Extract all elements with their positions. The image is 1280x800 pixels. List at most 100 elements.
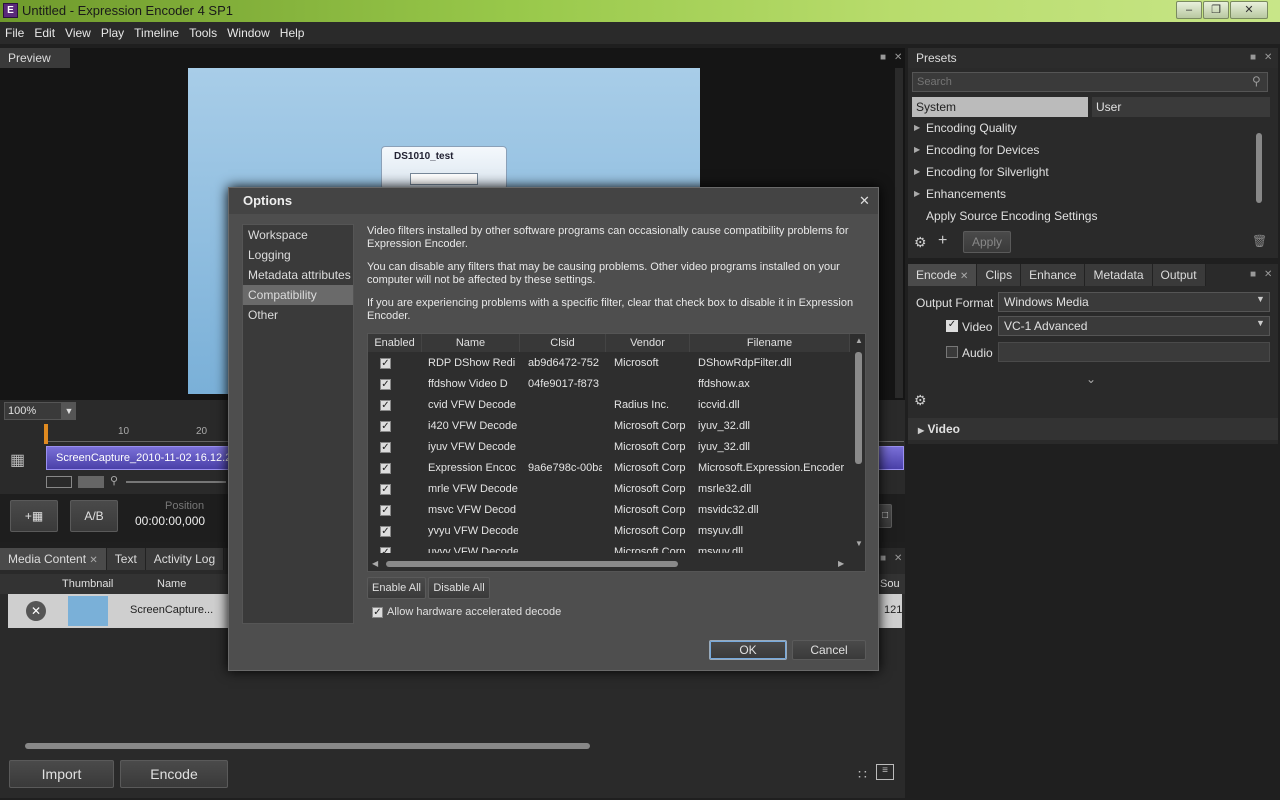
expand-icon[interactable]: ▶	[914, 161, 920, 183]
nav-compatibility[interactable]: Compatibility	[243, 285, 353, 305]
close-window-button[interactable]: ✕	[1230, 1, 1268, 19]
video-section-header[interactable]: ▶ Video	[908, 418, 1278, 440]
presets-scrollbar[interactable]	[1256, 133, 1262, 203]
col-enabled[interactable]: Enabled	[368, 334, 422, 352]
table-row[interactable]: ✓ i420 VFW Decode Microsoft Corp iyuv_32.dl…	[368, 416, 850, 437]
row-enabled-checkbox[interactable]: ✓	[380, 505, 391, 516]
scroll-down-icon[interactable]: ▼	[855, 539, 863, 548]
tab-system[interactable]: System	[912, 97, 1088, 117]
close-icon[interactable]: ✕	[1264, 270, 1274, 280]
row-enabled-checkbox[interactable]: ✓	[380, 400, 391, 411]
encode-button[interactable]: Encode	[120, 760, 228, 788]
tab-output[interactable]: Output	[1152, 264, 1206, 286]
maximize-button[interactable]: ❐	[1203, 1, 1229, 19]
expand-icon[interactable]: ▶	[914, 117, 920, 139]
close-icon[interactable]: ✕	[894, 53, 904, 63]
import-button[interactable]: Import	[9, 760, 114, 788]
table-row[interactable]: ✓ ffdshow Video D 04fe9017-f873 ffdshow.ax	[368, 374, 850, 395]
table-row[interactable]: ✓ RDP DShow Redi ab9d6472-752 Microsoft DSho…	[368, 353, 850, 374]
gear-icon[interactable]: ⚙	[914, 392, 927, 409]
tab-text[interactable]: Text	[106, 548, 146, 570]
table-row[interactable]: ✓ yvyu VFW Decode Microsoft Corp msyuv.dll	[368, 521, 850, 542]
pin-icon[interactable]: ■	[1250, 270, 1260, 280]
col-name[interactable]: Name	[422, 334, 520, 352]
row-enabled-checkbox[interactable]: ✓	[380, 526, 391, 537]
video-checkbox[interactable]: ✓	[946, 320, 958, 332]
scroll-left-icon[interactable]: ◀	[372, 559, 378, 568]
apply-button[interactable]: Apply	[963, 231, 1011, 253]
hscroll-thumb[interactable]	[386, 561, 678, 567]
col-source[interactable]: Sou	[880, 578, 900, 590]
tab-enhance[interactable]: Enhance	[1021, 264, 1086, 286]
tab-user[interactable]: User	[1092, 97, 1270, 117]
menu-timeline[interactable]: Timeline	[129, 22, 184, 44]
pin-icon[interactable]: ■	[880, 53, 890, 63]
audio-codec-select[interactable]	[998, 342, 1270, 362]
preset-item[interactable]: Apply Source Encoding Settings	[912, 205, 1252, 227]
close-icon[interactable]: ✕	[1264, 53, 1274, 63]
table-hscroll[interactable]: ◀ ▶	[368, 556, 850, 571]
ab-compare-button[interactable]: A/B	[70, 500, 118, 532]
disable-all-button[interactable]: Disable All	[428, 577, 490, 599]
expand-icon[interactable]: ▶	[914, 139, 920, 161]
scroll-up-icon[interactable]: ▲	[855, 336, 863, 345]
table-vscroll[interactable]: ▲ ▼	[852, 334, 865, 554]
tab-media-content[interactable]: Media Content ✕	[0, 548, 107, 570]
row-enabled-checkbox[interactable]: ✓	[380, 379, 391, 390]
tab-metadata[interactable]: Metadata	[1085, 264, 1153, 286]
nav-metadata-attributes[interactable]: Metadata attributes	[243, 265, 353, 285]
col-thumbnail[interactable]: Thumbnail	[62, 578, 113, 590]
presets-search-input[interactable]	[912, 72, 1268, 92]
gear-icon[interactable]: ⚙	[914, 234, 927, 251]
timeline-zoom-slider[interactable]	[126, 481, 226, 483]
menu-edit[interactable]: Edit	[29, 22, 60, 44]
menu-tools[interactable]: Tools	[184, 22, 222, 44]
preset-item[interactable]: ▶ Encoding for Silverlight	[912, 161, 1252, 183]
trash-icon[interactable]: 🗑	[1252, 234, 1267, 248]
tab-activity-log[interactable]: Activity Log	[145, 548, 225, 570]
chevron-down-icon[interactable]: ▼	[1256, 318, 1265, 328]
ok-button[interactable]: OK	[709, 640, 787, 660]
media-scrollbar[interactable]	[25, 743, 590, 749]
chevron-down-icon[interactable]: ⌄	[1086, 372, 1096, 386]
menu-file[interactable]: File	[0, 22, 29, 44]
output-format-select[interactable]: Windows Media	[998, 292, 1270, 312]
cancel-button[interactable]: Cancel	[792, 640, 866, 660]
grid-view-icon[interactable]: ∷	[858, 766, 867, 783]
table-row[interactable]: ✓ cvid VFW Decode Radius Inc. iccvid.dll	[368, 395, 850, 416]
table-row[interactable]: ✓ uyvy VFW Decode Microsoft Corp msyuv.dll	[368, 542, 850, 553]
vscroll-thumb[interactable]	[855, 352, 862, 464]
hw-decode-checkbox[interactable]: ✓	[372, 607, 383, 618]
transport-end-button[interactable]: □	[878, 504, 892, 528]
scroll-right-icon[interactable]: ▶	[838, 559, 844, 568]
menu-window[interactable]: Window	[222, 22, 275, 44]
add-clip-button[interactable]: +▦	[10, 500, 58, 532]
close-icon[interactable]: ✕	[894, 554, 904, 564]
close-icon[interactable]: ✕	[859, 193, 870, 209]
preset-item[interactable]: ▶ Encoding Quality	[912, 117, 1252, 139]
nav-workspace[interactable]: Workspace	[243, 225, 353, 245]
menu-help[interactable]: Help	[275, 22, 310, 44]
nav-logging[interactable]: Logging	[243, 245, 353, 265]
table-row[interactable]: ✓ iyuv VFW Decode Microsoft Corp iyuv_32.dl…	[368, 437, 850, 458]
nav-other[interactable]: Other	[243, 305, 353, 325]
row-enabled-checkbox[interactable]: ✓	[380, 463, 391, 474]
timeline-tool-icon[interactable]	[46, 476, 72, 488]
add-icon[interactable]: +	[938, 232, 947, 250]
tab-encode[interactable]: Encode ✕	[908, 264, 978, 286]
close-icon[interactable]: ✕	[89, 555, 97, 566]
zoom-select[interactable]: 100%	[4, 402, 62, 420]
remove-icon[interactable]: ✕	[26, 601, 46, 621]
col-name[interactable]: Name	[157, 578, 186, 590]
playhead[interactable]	[44, 424, 48, 444]
col-vendor[interactable]: Vendor	[606, 334, 690, 352]
audio-checkbox[interactable]	[946, 346, 958, 358]
row-enabled-checkbox[interactable]: ✓	[380, 421, 391, 432]
video-codec-select[interactable]: VC-1 Advanced	[998, 316, 1270, 336]
enable-all-button[interactable]: Enable All	[367, 577, 426, 599]
chevron-down-icon[interactable]: ▼	[1256, 294, 1265, 304]
menu-view[interactable]: View	[60, 22, 96, 44]
row-enabled-checkbox[interactable]: ✓	[380, 484, 391, 495]
tab-clips[interactable]: Clips	[977, 264, 1022, 286]
timeline-tool-icon[interactable]	[78, 476, 104, 488]
